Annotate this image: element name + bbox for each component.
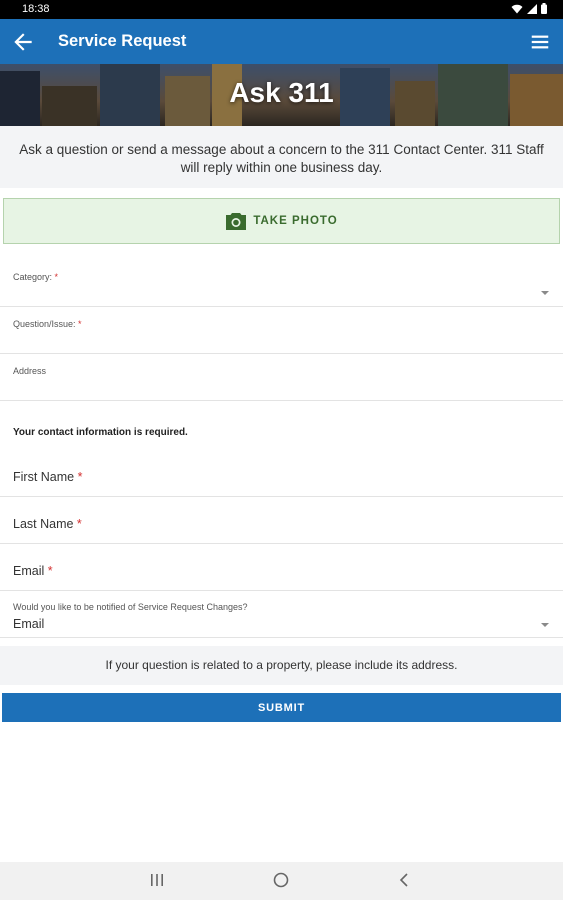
camera-icon bbox=[226, 213, 247, 230]
arrow-left-icon[interactable] bbox=[10, 29, 36, 55]
page-title: Service Request bbox=[58, 32, 187, 50]
required-mark: * bbox=[77, 470, 83, 484]
question-label: Question/Issue: * bbox=[13, 319, 82, 329]
required-mark: * bbox=[78, 319, 82, 329]
submit-button[interactable]: SUBMIT bbox=[2, 693, 561, 722]
category-select[interactable]: Category: * bbox=[0, 260, 563, 307]
last-name-label: Last Name * bbox=[13, 517, 82, 531]
required-mark: * bbox=[76, 517, 82, 531]
wifi-icon bbox=[511, 4, 523, 13]
required-mark: * bbox=[54, 272, 59, 282]
email-label-text: Email bbox=[13, 564, 48, 578]
take-photo-label: TAKE PHOTO bbox=[253, 215, 338, 227]
required-mark: * bbox=[47, 564, 53, 578]
first-name-field[interactable]: First Name * bbox=[0, 450, 563, 497]
first-name-label-text: First Name bbox=[13, 470, 78, 484]
hamburger-menu-icon[interactable] bbox=[529, 31, 551, 53]
system-nav-bar bbox=[0, 862, 563, 900]
recent-apps-icon[interactable] bbox=[150, 872, 164, 888]
status-bar: 18:38 bbox=[0, 0, 563, 19]
category-label: Category: * bbox=[13, 272, 58, 282]
status-icons bbox=[511, 3, 547, 14]
email-label: Email * bbox=[13, 564, 53, 578]
last-name-label-text: Last Name bbox=[13, 517, 77, 531]
last-name-field[interactable]: Last Name * bbox=[0, 497, 563, 544]
back-nav-icon[interactable] bbox=[398, 872, 410, 888]
first-name-label: First Name * bbox=[13, 470, 82, 484]
question-label-text: Question/Issue: bbox=[13, 319, 79, 329]
notification-label: Would you like to be notified of Service… bbox=[13, 602, 248, 612]
question-field[interactable]: Question/Issue: * bbox=[0, 307, 563, 354]
hero-banner: Ask 311 bbox=[0, 64, 563, 126]
battery-icon bbox=[541, 3, 547, 14]
chevron-down-icon bbox=[541, 291, 549, 295]
category-label-text: Category: bbox=[13, 272, 55, 282]
notification-value: Email bbox=[13, 617, 45, 631]
chevron-down-icon bbox=[541, 623, 549, 627]
app-bar: Service Request bbox=[0, 19, 563, 64]
take-photo-button[interactable]: TAKE PHOTO bbox=[3, 198, 560, 244]
email-field[interactable]: Email * bbox=[0, 544, 563, 591]
home-icon[interactable] bbox=[273, 872, 289, 888]
address-field[interactable]: Address bbox=[0, 354, 563, 401]
notification-preference-select[interactable]: Would you like to be notified of Service… bbox=[0, 591, 563, 638]
address-label: Address bbox=[13, 366, 47, 376]
property-note: If your question is related to a propert… bbox=[0, 646, 563, 685]
banner-title: Ask 311 bbox=[229, 77, 334, 108]
status-time: 18:38 bbox=[22, 3, 50, 15]
intro-text: Ask a question or send a message about a… bbox=[0, 126, 563, 188]
contact-info-note: Your contact information is required. bbox=[13, 427, 188, 438]
signal-icon bbox=[527, 3, 537, 14]
